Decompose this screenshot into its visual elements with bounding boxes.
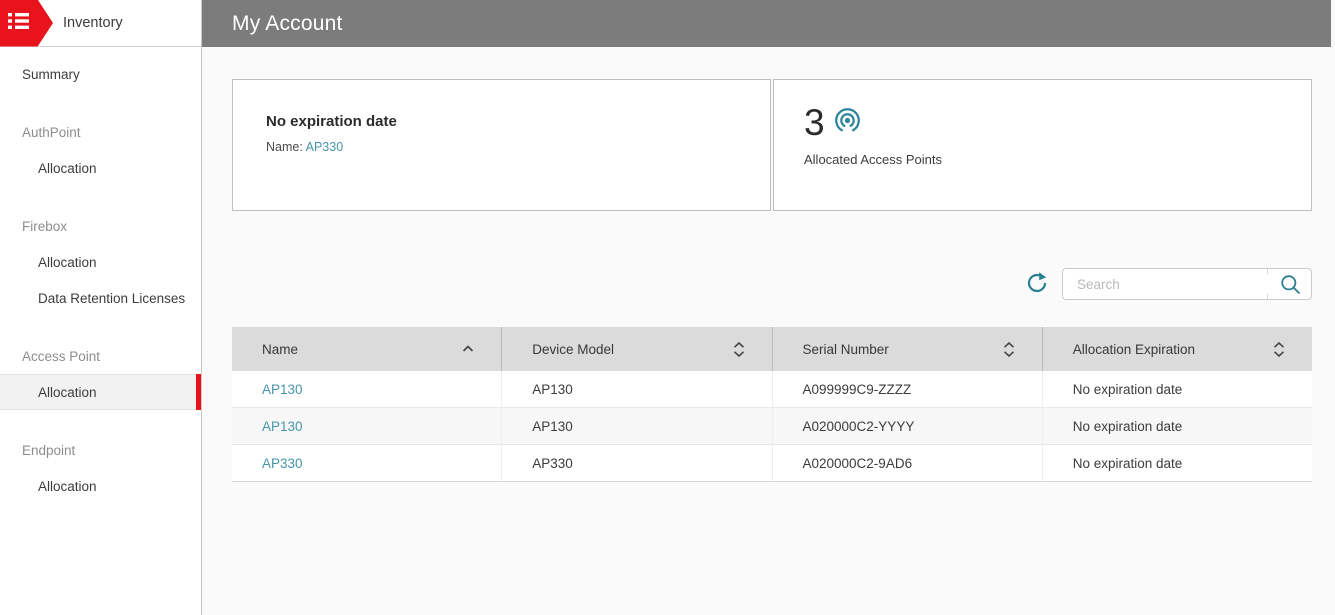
device-name-link[interactable]: AP330 [306, 140, 344, 154]
device-link[interactable]: AP330 [262, 456, 303, 471]
allocated-count-row: 3 [804, 104, 1311, 141]
column-header-label: Device Model [532, 341, 615, 357]
column-header-device-model[interactable]: Device Model [501, 327, 771, 371]
table-row: AP330 AP330 A020000C2-9AD6 No expiration… [232, 445, 1312, 482]
list-menu-icon [0, 12, 30, 35]
cell-allocation-expiration: No expiration date [1041, 408, 1312, 444]
search-box [1062, 268, 1312, 300]
cell-serial-number: A099999C9-ZZZZ [771, 371, 1042, 407]
page-header: My Account [202, 0, 1331, 47]
refresh-arrow-icon [1026, 271, 1049, 297]
main-content: No expiration date Name: AP330 3 Allocat… [202, 47, 1335, 615]
cell-serial-number: A020000C2-9AD6 [771, 445, 1042, 481]
column-header-label: Name [262, 341, 299, 357]
inventory-logo-pennant [0, 0, 53, 47]
access-point-beacon-icon [834, 104, 861, 139]
cell-name: AP130 [232, 371, 501, 407]
sidebar-nav: Summary AuthPoint Allocation Firebox All… [0, 47, 201, 504]
table-row: AP130 AP130 A020000C2-YYYY No expiration… [232, 408, 1312, 445]
sidebar-section-authpoint: AuthPoint [0, 114, 201, 150]
sidebar-section-access-point: Access Point [0, 338, 201, 374]
device-link[interactable]: AP130 [262, 382, 303, 397]
cell-serial-number: A020000C2-YYYY [771, 408, 1042, 444]
table-toolbar [1025, 268, 1312, 300]
sidebar-item-data-retention-licenses[interactable]: Data Retention Licenses [0, 280, 201, 316]
sidebar-item-label: Data Retention Licenses [38, 290, 186, 306]
page-title: My Account [232, 11, 343, 35]
column-header-name[interactable]: Name [232, 327, 501, 371]
sidebar-item-label: Summary [22, 66, 80, 82]
expiration-card-title: No expiration date [266, 113, 397, 130]
expiration-card: No expiration date Name: AP330 [232, 79, 771, 211]
table-header-row: Name Device Model Serial Number Allocati… [232, 327, 1312, 371]
cell-name: AP130 [232, 408, 501, 444]
allocated-access-points-card: 3 Allocated Access Points [773, 79, 1312, 211]
sidebar-item-endpoint-allocation[interactable]: Allocation [0, 468, 201, 504]
sidebar-section-label: Endpoint [22, 442, 76, 458]
search-divider [1267, 294, 1268, 299]
sidebar: Inventory Summary AuthPoint Allocation F… [0, 0, 202, 615]
chevron-up-down-icon [733, 341, 745, 357]
chevron-up-down-icon [1003, 341, 1015, 357]
sidebar-section-label: AuthPoint [22, 124, 81, 140]
sidebar-header: Inventory [0, 0, 201, 47]
device-link[interactable]: AP130 [262, 419, 303, 434]
cell-device-model: AP130 [501, 408, 771, 444]
sidebar-section-label: Access Point [22, 348, 101, 364]
chevron-up-down-icon [1273, 341, 1285, 357]
sidebar-item-label: Allocation [38, 384, 97, 400]
sidebar-item-label: Allocation [38, 254, 97, 270]
expiration-card-name-row: Name: AP330 [266, 140, 770, 154]
name-label: Name: [266, 140, 303, 154]
column-header-serial-number[interactable]: Serial Number [771, 327, 1042, 371]
column-header-allocation-expiration[interactable]: Allocation Expiration [1041, 327, 1312, 371]
allocated-count-label: Allocated Access Points [804, 152, 943, 167]
allocated-count: 3 [804, 102, 825, 143]
column-header-label: Allocation Expiration [1072, 341, 1196, 357]
sidebar-item-access-point-allocation[interactable]: Allocation [0, 374, 201, 410]
summary-cards: No expiration date Name: AP330 3 Allocat… [232, 79, 1312, 211]
search-input[interactable] [1063, 269, 1311, 299]
table-row: AP130 AP130 A099999C9-ZZZZ No expiration… [232, 371, 1312, 408]
cell-device-model: AP130 [501, 371, 771, 407]
sidebar-item-summary[interactable]: Summary [0, 56, 201, 92]
sidebar-title: Inventory [63, 15, 123, 31]
sidebar-section-label: Firebox [22, 218, 68, 234]
cell-allocation-expiration: No expiration date [1041, 445, 1312, 481]
refresh-button[interactable] [1025, 272, 1049, 296]
sidebar-item-label: Allocation [38, 478, 97, 494]
cell-device-model: AP330 [501, 445, 771, 481]
column-header-label: Serial Number [802, 341, 889, 357]
sidebar-item-authpoint-allocation[interactable]: Allocation [0, 150, 201, 186]
sidebar-item-firebox-allocation[interactable]: Allocation [0, 244, 201, 280]
cell-allocation-expiration: No expiration date [1041, 371, 1312, 407]
cell-name: AP330 [232, 445, 501, 481]
sidebar-section-firebox: Firebox [0, 208, 201, 244]
search-divider [1267, 269, 1268, 274]
chevron-up-icon [462, 345, 474, 353]
sidebar-item-label: Allocation [38, 160, 97, 176]
sidebar-section-endpoint: Endpoint [0, 432, 201, 468]
magnifier-icon [1279, 275, 1302, 299]
access-points-table: Name Device Model Serial Number Allocati… [232, 327, 1312, 482]
search-button[interactable] [1278, 273, 1302, 297]
